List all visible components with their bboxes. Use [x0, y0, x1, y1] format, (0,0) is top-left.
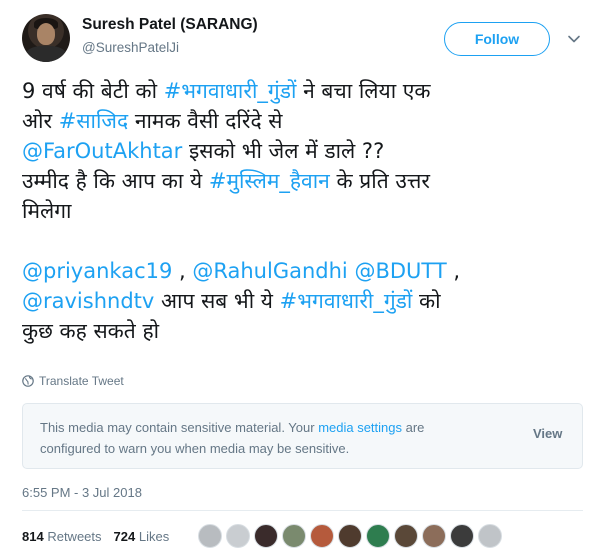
likers-avatars: [198, 524, 502, 548]
mention-link[interactable]: @FarOutAkhtar: [22, 139, 182, 163]
retweets-count: 814: [22, 529, 44, 544]
liker-avatar[interactable]: [366, 524, 390, 548]
retweets-label: Retweets: [47, 529, 102, 544]
liker-avatar[interactable]: [254, 524, 278, 548]
liker-avatar[interactable]: [450, 524, 474, 548]
tweet-text-span: ओर: [22, 109, 59, 133]
liker-avatar[interactable]: [478, 524, 502, 548]
likes-count: 724: [113, 529, 136, 544]
tweet-line: @ravishndtv आप सब भी ये #भगवाधारी_गुंडों…: [22, 286, 582, 316]
tweet-text-span: को: [412, 289, 441, 313]
tweet-stats: 814 Retweets 724 Likes: [22, 529, 169, 544]
hashtag-link[interactable]: #मुस्लिम_हैवान: [209, 169, 330, 193]
sensitive-media-text: This media may contain sensitive materia…: [40, 417, 480, 459]
mention-link[interactable]: @RahulGandhi: [192, 259, 347, 283]
avatar[interactable]: [22, 14, 70, 62]
tweet-text-span: इसको भी जेल में डाले ??: [182, 139, 385, 163]
tweet-timestamp[interactable]: 6:55 PM - 3 Jul 2018: [22, 485, 142, 500]
globe-icon: [22, 375, 34, 387]
hashtag-link[interactable]: #साजिद: [59, 109, 128, 133]
tweet-text-span: आप सब भी ये: [154, 289, 280, 313]
tweet-text-span: के प्रति उत्तर: [329, 169, 430, 193]
translate-label: Translate Tweet: [39, 374, 124, 388]
tweet-card: Suresh Patel (SARANG) @SureshPatelJi Fol…: [0, 0, 591, 559]
likes-stat[interactable]: 724 Likes: [114, 529, 170, 544]
avatar-shirt: [26, 46, 66, 62]
user-handle[interactable]: @SureshPatelJi: [82, 40, 179, 55]
tweet-text-span: ,: [446, 259, 461, 283]
user-name[interactable]: Suresh Patel (SARANG): [82, 16, 258, 34]
liker-avatar[interactable]: [422, 524, 446, 548]
tweet-line: मिलेगा: [22, 196, 582, 226]
tweet-text-span: 9 वर्ष की बेटी को: [22, 79, 164, 103]
liker-avatar[interactable]: [310, 524, 334, 548]
tweet-text-span: कुछ कह सकते हो: [22, 319, 160, 343]
liker-avatar[interactable]: [198, 524, 222, 548]
tweet-text-span: उम्मीद है कि आप का ये: [22, 169, 209, 193]
tweet-line: @priyankac19 , @RahulGandhi @BDUTT ,: [22, 256, 582, 286]
sensitive-media-notice: This media may contain sensitive materia…: [22, 403, 583, 469]
chevron-down-icon[interactable]: [567, 32, 581, 46]
sensitive-text-span: This media may contain sensitive materia…: [40, 420, 319, 435]
divider: [22, 510, 583, 511]
tweet-text-span: ,: [172, 259, 193, 283]
liker-avatar[interactable]: [226, 524, 250, 548]
tweet-line: उम्मीद है कि आप का ये #मुस्लिम_हैवान के …: [22, 166, 582, 196]
view-button[interactable]: View: [533, 426, 562, 441]
mention-link[interactable]: @priyankac19: [22, 259, 172, 283]
tweet-text-span: ने बचा लिया एक: [296, 79, 431, 103]
tweet-line: ओर #साजिद नामक वैसी दरिंदे से: [22, 106, 582, 136]
media-settings-link[interactable]: media settings: [318, 420, 402, 435]
mention-link[interactable]: @BDUTT: [354, 259, 446, 283]
likes-label: Likes: [138, 529, 170, 544]
liker-avatar[interactable]: [282, 524, 306, 548]
tweet-line: 9 वर्ष की बेटी को #भगवाधारी_गुंडों ने बच…: [22, 76, 582, 106]
liker-avatar[interactable]: [338, 524, 362, 548]
mention-link[interactable]: @ravishndtv: [22, 289, 154, 313]
liker-avatar[interactable]: [394, 524, 418, 548]
tweet-text-span: नामक वैसी दरिंदे से: [128, 109, 283, 133]
follow-button[interactable]: Follow: [444, 22, 550, 56]
translate-tweet-link[interactable]: Translate Tweet: [22, 374, 124, 388]
hashtag-link[interactable]: #भगवाधारी_गुंडों: [280, 289, 413, 313]
hashtag-link[interactable]: #भगवाधारी_गुंडों: [164, 79, 297, 103]
tweet-line: कुछ कह सकते हो: [22, 316, 582, 346]
tweet-text-span: मिलेगा: [22, 199, 72, 223]
tweet-line: @FarOutAkhtar इसको भी जेल में डाले ??: [22, 136, 582, 166]
tweet-text: 9 वर्ष की बेटी को #भगवाधारी_गुंडों ने बच…: [22, 76, 582, 346]
retweets-stat[interactable]: 814 Retweets: [22, 529, 102, 544]
avatar-face: [37, 23, 55, 45]
